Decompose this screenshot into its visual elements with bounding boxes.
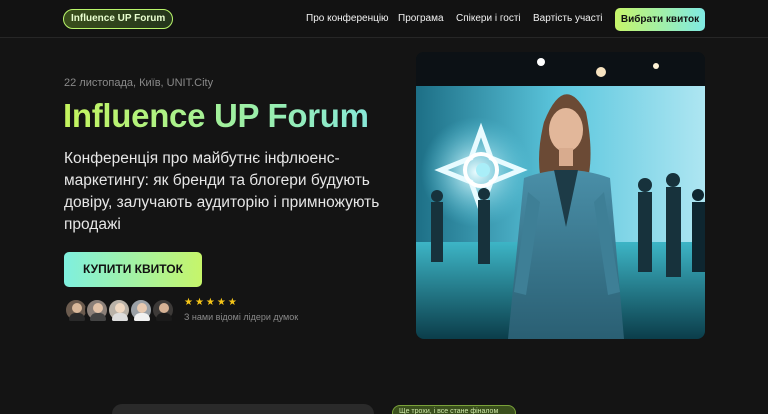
avatar — [129, 298, 153, 322]
conference-speaker-image — [416, 52, 705, 339]
avatar — [85, 298, 109, 322]
nav-link-program[interactable]: Програма — [398, 13, 444, 24]
event-date-location: 22 листопада, Київ, UNIT.City — [64, 77, 214, 89]
nav-link-about[interactable]: Про конференцію — [306, 13, 389, 24]
logo[interactable]: Influence UP Forum — [63, 9, 174, 29]
avatar — [151, 298, 175, 322]
nav-link-pricing[interactable]: Вартість участі — [533, 13, 603, 24]
speaker-avatars — [64, 298, 176, 323]
choose-ticket-button[interactable]: Вибрати квиток — [615, 8, 705, 31]
social-proof-text: З нами відомі лідери думок — [184, 312, 299, 322]
next-section-card — [112, 404, 374, 414]
section-badge: Ще трохи, і все стане фіналом — [392, 405, 516, 414]
buy-ticket-button[interactable]: КУПИТИ КВИТОК — [64, 252, 202, 287]
nav-link-speakers[interactable]: Спікери і гості — [456, 13, 521, 24]
page-title: Influence UP Forum — [63, 97, 369, 134]
hero-description: Конференція про майбутнє інфлюенс-маркет… — [64, 150, 380, 233]
site-header: Influence UP Forum Про конференцію Прогр… — [0, 0, 768, 38]
avatar — [107, 298, 131, 322]
hero-photo — [416, 52, 705, 339]
rating-stars: ★★★★★ — [184, 297, 239, 308]
